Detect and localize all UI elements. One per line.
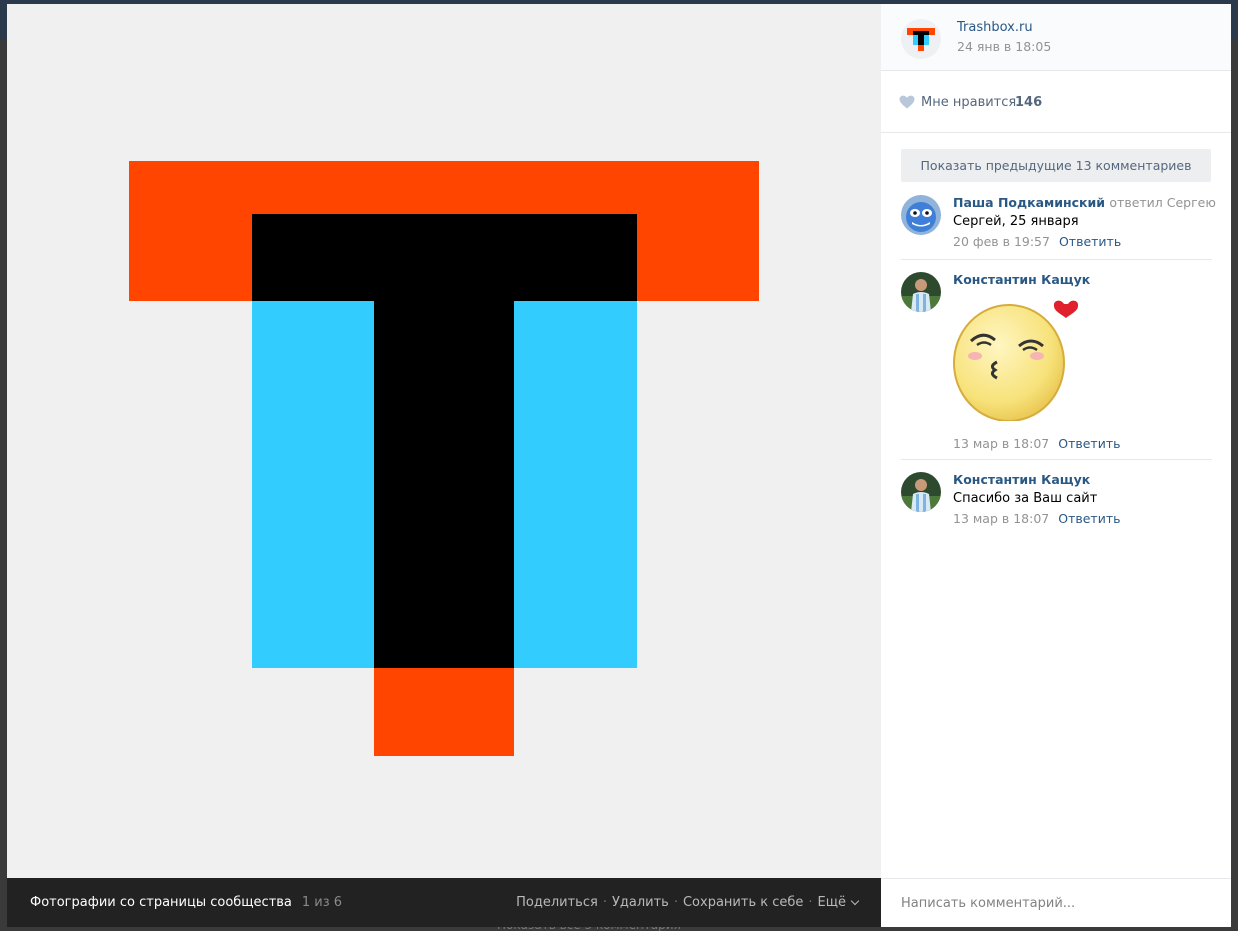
comment-meta: 13 мар в 18:07 Ответить [953, 436, 1120, 451]
comment-input[interactable] [901, 893, 1201, 913]
avatar-image [901, 195, 941, 235]
comment-item: Константин Кащук 13 мар в 18:07 Ответить [901, 272, 1212, 452]
share-button[interactable]: Поделиться [516, 895, 598, 910]
more-label: Ещё [817, 895, 846, 910]
action-separator: · [808, 895, 813, 910]
show-previous-comments-button[interactable]: Показать предыдущие 13 комментариев [901, 149, 1211, 182]
comment-author-name[interactable]: Константин Кащук [953, 472, 1090, 487]
action-separator: · [673, 895, 678, 910]
comment-author-name[interactable]: Константин Кащук [953, 272, 1090, 287]
photo-bottom-bar: Фотографии со страницы сообщества 1 из 6… [7, 878, 881, 927]
comments-sidebar: Trashbox.ru 24 янв в 18:05 Мне нравится … [881, 4, 1231, 927]
like-count[interactable]: 146 [1015, 95, 1042, 110]
heart-icon [899, 95, 915, 109]
avatar-image [901, 272, 941, 312]
write-comment-box [881, 878, 1231, 927]
logo-black-stem [374, 301, 514, 668]
avatar-image [901, 472, 941, 512]
action-separator: · [602, 895, 607, 910]
chevron-down-icon [850, 896, 860, 906]
trashbox-logo-icon [907, 28, 935, 51]
post-author-name[interactable]: Trashbox.ru [957, 20, 1033, 35]
trashbox-logo-avatar[interactable] [901, 19, 941, 59]
football-player-avatar[interactable] [901, 272, 941, 312]
football-player-avatar[interactable] [901, 472, 941, 512]
more-button[interactable]: Ещё [817, 895, 860, 910]
delete-button[interactable]: Удалить [612, 895, 669, 910]
photo-area[interactable] [7, 4, 881, 878]
album-title[interactable]: Фотографии со страницы сообщества [30, 895, 292, 910]
kiss-emoji-sticker [953, 300, 1079, 421]
post-author-block: Trashbox.ru 24 янв в 18:05 [881, 4, 1231, 71]
comment-item: Паша Подкаминский ответил Сергею Сергей,… [901, 195, 1216, 255]
comment-meta: 13 мар в 18:07 Ответить [953, 511, 1120, 526]
photo-actions: Поделиться · Удалить · Сохранить к себе … [516, 895, 860, 910]
comment-item: Константин Кащук Спасибо за Ваш сайт 13 … [901, 472, 1212, 532]
comment-date[interactable]: 13 мар в 18:07 [953, 511, 1049, 526]
reply-link[interactable]: Ответить [1058, 436, 1120, 451]
comment-author[interactable]: Паша Подкаминский ответил Сергею [953, 195, 1216, 210]
like-label[interactable]: Мне нравится [921, 95, 1016, 110]
reply-link[interactable]: Ответить [1058, 511, 1120, 526]
comment-date[interactable]: 20 фев в 19:57 [953, 234, 1050, 249]
comment-divider [901, 459, 1212, 460]
photo-counter: 1 из 6 [301, 895, 343, 910]
reply-link[interactable]: Ответить [1059, 234, 1121, 249]
comment-text: Сергей, 25 января [953, 214, 1079, 229]
save-to-self-button[interactable]: Сохранить к себе [683, 895, 803, 910]
like-block[interactable]: Мне нравится 146 [881, 71, 1231, 133]
photo-viewer: Фотографии со страницы сообщества 1 из 6… [7, 4, 1231, 927]
comment-text: Спасибо за Ваш сайт [953, 491, 1098, 506]
comment-date[interactable]: 13 мар в 18:07 [953, 436, 1049, 451]
trashbox-logo-image [129, 161, 759, 756]
blue-monster-avatar[interactable] [901, 195, 941, 235]
post-date[interactable]: 24 янв в 18:05 [957, 39, 1051, 54]
comment-divider [901, 259, 1212, 260]
comment-author-name[interactable]: Паша Подкаминский [953, 195, 1105, 210]
comment-meta: 20 фев в 19:57 Ответить [953, 234, 1121, 249]
replied-to-text[interactable]: ответил Сергею [1109, 195, 1216, 210]
logo-black-top [252, 214, 637, 301]
